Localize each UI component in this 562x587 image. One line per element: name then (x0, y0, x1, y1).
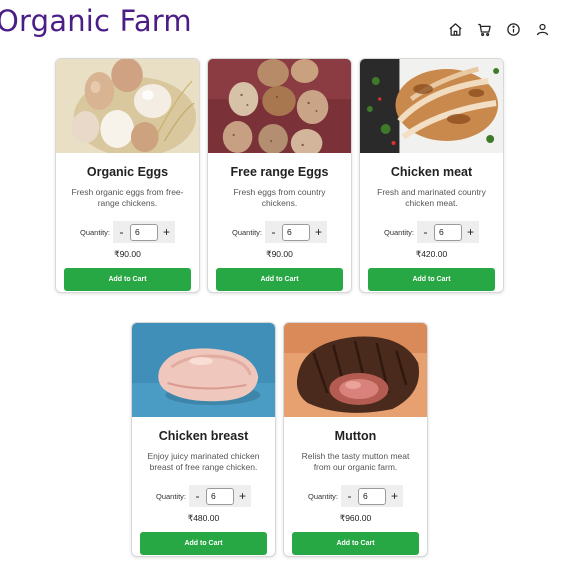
quantity-input[interactable] (282, 223, 310, 241)
add-to-cart-button[interactable]: Add to Cart (140, 532, 267, 555)
product-name: Free range Eggs (230, 165, 329, 179)
add-to-cart-button[interactable]: Add to Cart (64, 268, 191, 291)
quantity-row: Quantity: - + (132, 485, 275, 507)
increment-button[interactable]: + (465, 221, 476, 243)
product-description: Fresh and marinated country chicken meat… (377, 187, 486, 208)
add-to-cart-button[interactable]: Add to Cart (292, 532, 419, 555)
quantity-row: Quantity: - + (360, 221, 503, 243)
quantity-row: Quantity: - + (56, 221, 199, 243)
quantity-stepper: - + (189, 485, 251, 507)
decrement-button[interactable]: - (116, 221, 127, 243)
product-name: Chicken breast (158, 429, 249, 443)
add-to-cart-button[interactable]: Add to Cart (216, 268, 343, 291)
home-icon[interactable] (447, 21, 463, 37)
site-title: Organic Farm (0, 4, 192, 38)
quantity-stepper: - + (341, 485, 403, 507)
product-price: ₹90.00 (114, 249, 141, 259)
product-name: Mutton (334, 429, 377, 443)
product-price: ₹480.00 (187, 513, 220, 523)
user-icon[interactable] (534, 21, 550, 37)
product-card: Free range Eggs Fresh eggs from country … (207, 58, 352, 293)
product-description: Relish the tasty mutton meat from our or… (301, 451, 410, 472)
quantity-stepper: - + (113, 221, 175, 243)
quantity-label: Quantity: (307, 491, 338, 501)
increment-button[interactable]: + (313, 221, 324, 243)
product-name: Organic Eggs (86, 165, 169, 179)
quantity-input[interactable] (358, 487, 386, 505)
product-price: ₹960.00 (339, 513, 372, 523)
product-description: Enjoy juicy marinated chicken breast of … (147, 451, 260, 472)
product-card: Organic Eggs Fresh organic eggs from fre… (55, 58, 200, 293)
mutton-photo (284, 323, 427, 417)
quantity-row: Quantity: - + (284, 485, 427, 507)
decrement-button[interactable]: - (192, 485, 203, 507)
quantity-row: Quantity: - + (208, 221, 351, 243)
decrement-button[interactable]: - (268, 221, 279, 243)
eggs-photo (56, 59, 199, 153)
chicken-meat-photo (360, 59, 503, 153)
decrement-button[interactable]: - (344, 485, 355, 507)
product-price: ₹90.00 (266, 249, 293, 259)
product-name: Chicken meat (390, 165, 473, 179)
product-description: Fresh organic eggs from free-range chick… (71, 187, 184, 208)
top-nav (447, 21, 550, 37)
add-to-cart-button[interactable]: Add to Cart (368, 268, 495, 291)
product-card: Chicken breast Enjoy juicy marinated chi… (131, 322, 276, 557)
product-price: ₹420.00 (415, 249, 448, 259)
quantity-input[interactable] (434, 223, 462, 241)
product-description: Fresh eggs from country chickens. (233, 187, 326, 208)
increment-button[interactable]: + (237, 485, 248, 507)
quantity-label: Quantity: (383, 227, 414, 237)
speckled-eggs-photo (208, 59, 351, 153)
increment-button[interactable]: + (161, 221, 172, 243)
quantity-label: Quantity: (231, 227, 262, 237)
product-card: Mutton Relish the tasty mutton meat from… (283, 322, 428, 557)
info-icon[interactable] (505, 21, 521, 37)
chicken-breast-photo (132, 323, 275, 417)
quantity-stepper: - + (265, 221, 327, 243)
quantity-label: Quantity: (79, 227, 110, 237)
quantity-stepper: - + (417, 221, 479, 243)
quantity-input[interactable] (206, 487, 234, 505)
cart-icon[interactable] (476, 21, 492, 37)
quantity-input[interactable] (130, 223, 158, 241)
product-card: Chicken meat Fresh and marinated country… (359, 58, 504, 293)
decrement-button[interactable]: - (420, 221, 431, 243)
increment-button[interactable]: + (389, 485, 400, 507)
quantity-label: Quantity: (155, 491, 186, 501)
